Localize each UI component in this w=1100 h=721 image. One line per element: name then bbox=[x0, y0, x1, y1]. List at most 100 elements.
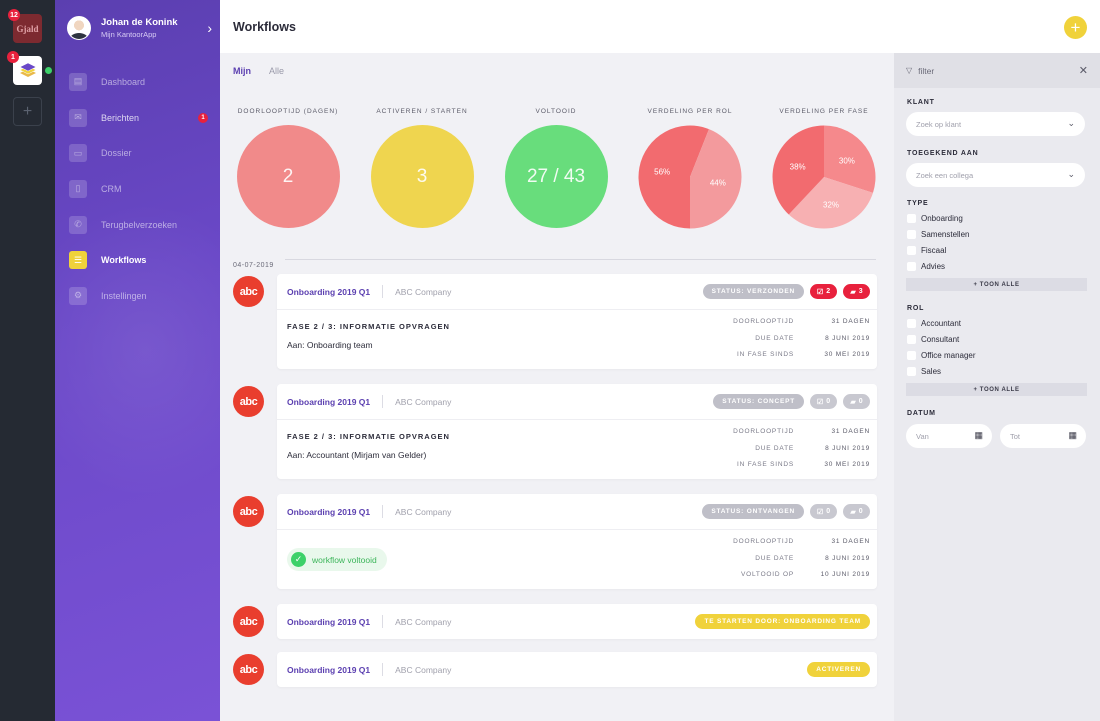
checkbox[interactable] bbox=[907, 335, 916, 344]
checkbox[interactable] bbox=[907, 319, 916, 328]
divider bbox=[382, 285, 384, 298]
checkbox-icon: ☑ bbox=[816, 398, 824, 406]
stat-activeren: ACTIVEREN / STARTEN 3 bbox=[357, 108, 487, 228]
type-checkbox-fiscaal[interactable]: Fiscaal bbox=[907, 246, 946, 255]
meta-key: DUE DATE bbox=[755, 444, 794, 452]
checkbox-label: Sales bbox=[921, 367, 942, 376]
checkbox[interactable] bbox=[907, 351, 916, 360]
gear-icon: ⚙ bbox=[69, 286, 87, 305]
start-action-button[interactable]: TE STARTEN DOOR: ONBOARDING TEAM bbox=[695, 614, 870, 629]
gjald-notification-badge: 12 bbox=[8, 9, 20, 21]
meta-key: DUE DATE bbox=[755, 334, 794, 342]
sidebar-item-workflows[interactable]: ☰ Workflows bbox=[55, 242, 220, 278]
pie-chart-rol: 56% 44% bbox=[638, 125, 742, 229]
type-checkbox-samenstellen[interactable]: Samenstellen bbox=[907, 230, 969, 239]
stack-logo-icon bbox=[18, 62, 37, 77]
company-logo: abc bbox=[233, 276, 264, 307]
workflow-title[interactable]: Onboarding 2019 Q1 bbox=[287, 397, 370, 407]
checkbox[interactable] bbox=[907, 246, 916, 255]
stat-label: DOORLOOPTIJD (DAGEN) bbox=[237, 108, 339, 115]
type-checkbox-advies[interactable]: Advies bbox=[907, 262, 945, 271]
tasks-count: 0 bbox=[826, 508, 831, 515]
profile[interactable]: Johan de Konink Mijn KantoorApp › bbox=[67, 15, 212, 41]
sidebar-item-terugbelverzoeken[interactable]: ✆ Terugbelverzoeken bbox=[55, 207, 220, 243]
checkbox[interactable] bbox=[907, 214, 916, 223]
workflow-card[interactable]: Onboarding 2019 Q1 ABC Company ACTIVEREN bbox=[277, 652, 877, 687]
filter-header: ▽ filter ✕ bbox=[894, 53, 1100, 88]
workflow-phase: FASE 2 / 3: INFORMATIE OPVRAGEN bbox=[287, 322, 450, 331]
company-logo: abc bbox=[233, 606, 264, 637]
filter-icon: ▽ bbox=[906, 66, 913, 75]
tasks-count-badge[interactable]: ☑ 0 bbox=[810, 394, 837, 409]
chart-title: VERDELING PER ROL bbox=[647, 108, 733, 115]
tasks-count-badge[interactable]: ☑ 2 bbox=[810, 284, 837, 299]
messages-count-badge[interactable]: ▰ 3 bbox=[843, 284, 870, 299]
checkbox-label: Fiscaal bbox=[921, 246, 947, 255]
workflow-card[interactable]: Onboarding 2019 Q1 ABC Company STATUS: C… bbox=[277, 384, 877, 479]
folder-icon: ▭ bbox=[69, 144, 87, 163]
rol-show-all-button[interactable]: + TOON ALLE bbox=[906, 383, 1087, 396]
date-to-placeholder: Tot bbox=[1010, 431, 1021, 441]
workflow-company: ABC Company bbox=[395, 286, 452, 297]
klant-select[interactable]: Zoek op klant ⌄ bbox=[906, 112, 1085, 136]
messages-count: 3 bbox=[858, 288, 863, 295]
workflow-title[interactable]: Onboarding 2019 Q1 bbox=[287, 617, 370, 627]
date-from-field[interactable]: Van ▦ bbox=[906, 424, 992, 448]
workflow-card[interactable]: Onboarding 2019 Q1 ABC Company STATUS: V… bbox=[277, 274, 877, 369]
stat-circle: 3 bbox=[370, 125, 474, 228]
sidebar-item-label: Dashboard bbox=[101, 76, 146, 87]
stat-verdeling-rol: VERDELING PER ROL 56% 44% bbox=[625, 108, 755, 234]
sidebar-item-dashboard[interactable]: ▤ Dashboard bbox=[55, 64, 220, 100]
checkbox[interactable] bbox=[907, 367, 916, 376]
messages-count-badge[interactable]: ▰ 0 bbox=[843, 394, 870, 409]
phone-icon: ✆ bbox=[69, 215, 87, 234]
sidebar-item-label: Berichten bbox=[101, 112, 140, 123]
sidebar-item-berichten[interactable]: ✉ Berichten 1 bbox=[55, 100, 220, 136]
stat-circle: 2 bbox=[236, 125, 340, 228]
sidebar-item-dossier[interactable]: ▭ Dossier bbox=[55, 135, 220, 171]
activate-button[interactable]: ACTIVEREN bbox=[807, 662, 870, 677]
toegekend-select[interactable]: Zoek een collega ⌄ bbox=[906, 163, 1085, 187]
workflow-title[interactable]: Onboarding 2019 Q1 bbox=[287, 507, 370, 517]
pie-slice-label: 44% bbox=[710, 178, 726, 187]
rol-checkbox-consultant[interactable]: Consultant bbox=[907, 335, 959, 344]
workflow-title[interactable]: Onboarding 2019 Q1 bbox=[287, 665, 370, 675]
rol-checkbox-accountant[interactable]: Accountant bbox=[907, 319, 961, 328]
sidebar-item-label: Terugbelverzoeken bbox=[101, 219, 178, 230]
workflow-card[interactable]: Onboarding 2019 Q1 ABC Company STATUS: O… bbox=[277, 494, 877, 589]
type-checkbox-onboarding[interactable]: Onboarding bbox=[907, 214, 963, 223]
meta-value: 31 DAGEN bbox=[831, 538, 870, 545]
avatar bbox=[67, 16, 91, 40]
status-badge: STATUS: ONTVANGEN bbox=[702, 504, 804, 519]
sidebar-item-crm[interactable]: ▯ CRM bbox=[55, 171, 220, 207]
rol-checkbox-office-manager[interactable]: Office manager bbox=[907, 351, 976, 360]
meta-key: DOORLOOPTIJD bbox=[733, 538, 794, 545]
add-workflow-button[interactable]: + bbox=[1064, 16, 1087, 39]
rol-checkbox-sales[interactable]: Sales bbox=[907, 367, 941, 376]
checkbox[interactable] bbox=[907, 262, 916, 271]
workflow-card[interactable]: Onboarding 2019 Q1 ABC Company TE STARTE… bbox=[277, 604, 877, 639]
tab-mijn[interactable]: Mijn bbox=[233, 66, 251, 76]
tasks-count-badge[interactable]: ☑ 0 bbox=[810, 504, 837, 519]
filter-title: filter bbox=[918, 65, 935, 76]
checkbox-label: Accountant bbox=[921, 319, 962, 328]
sidebar-item-instellingen[interactable]: ⚙ Instellingen bbox=[55, 278, 220, 314]
tab-alle[interactable]: Alle bbox=[269, 66, 284, 76]
workflow-title[interactable]: Onboarding 2019 Q1 bbox=[287, 287, 370, 297]
contacts-icon: ▯ bbox=[69, 179, 87, 198]
sidebar: Johan de Konink Mijn KantoorApp › ▤ Dash… bbox=[55, 0, 220, 721]
divider bbox=[285, 259, 876, 260]
add-app-button[interactable]: + bbox=[13, 97, 42, 126]
checkbox-icon: ☑ bbox=[816, 288, 824, 296]
pie-slice-label: 32% bbox=[823, 200, 839, 209]
divider bbox=[382, 395, 384, 408]
type-show-all-button[interactable]: + TOON ALLE bbox=[906, 278, 1087, 291]
meta-key: DUE DATE bbox=[755, 554, 794, 562]
klant-placeholder: Zoek op klant bbox=[916, 119, 962, 129]
messages-count-badge[interactable]: ▰ 0 bbox=[843, 504, 870, 519]
messages-count: 0 bbox=[858, 508, 863, 515]
sidebar-item-label: Instellingen bbox=[101, 290, 147, 301]
close-icon[interactable]: ✕ bbox=[1079, 64, 1088, 77]
date-to-field[interactable]: Tot ▦ bbox=[1000, 424, 1086, 448]
checkbox[interactable] bbox=[907, 230, 916, 239]
